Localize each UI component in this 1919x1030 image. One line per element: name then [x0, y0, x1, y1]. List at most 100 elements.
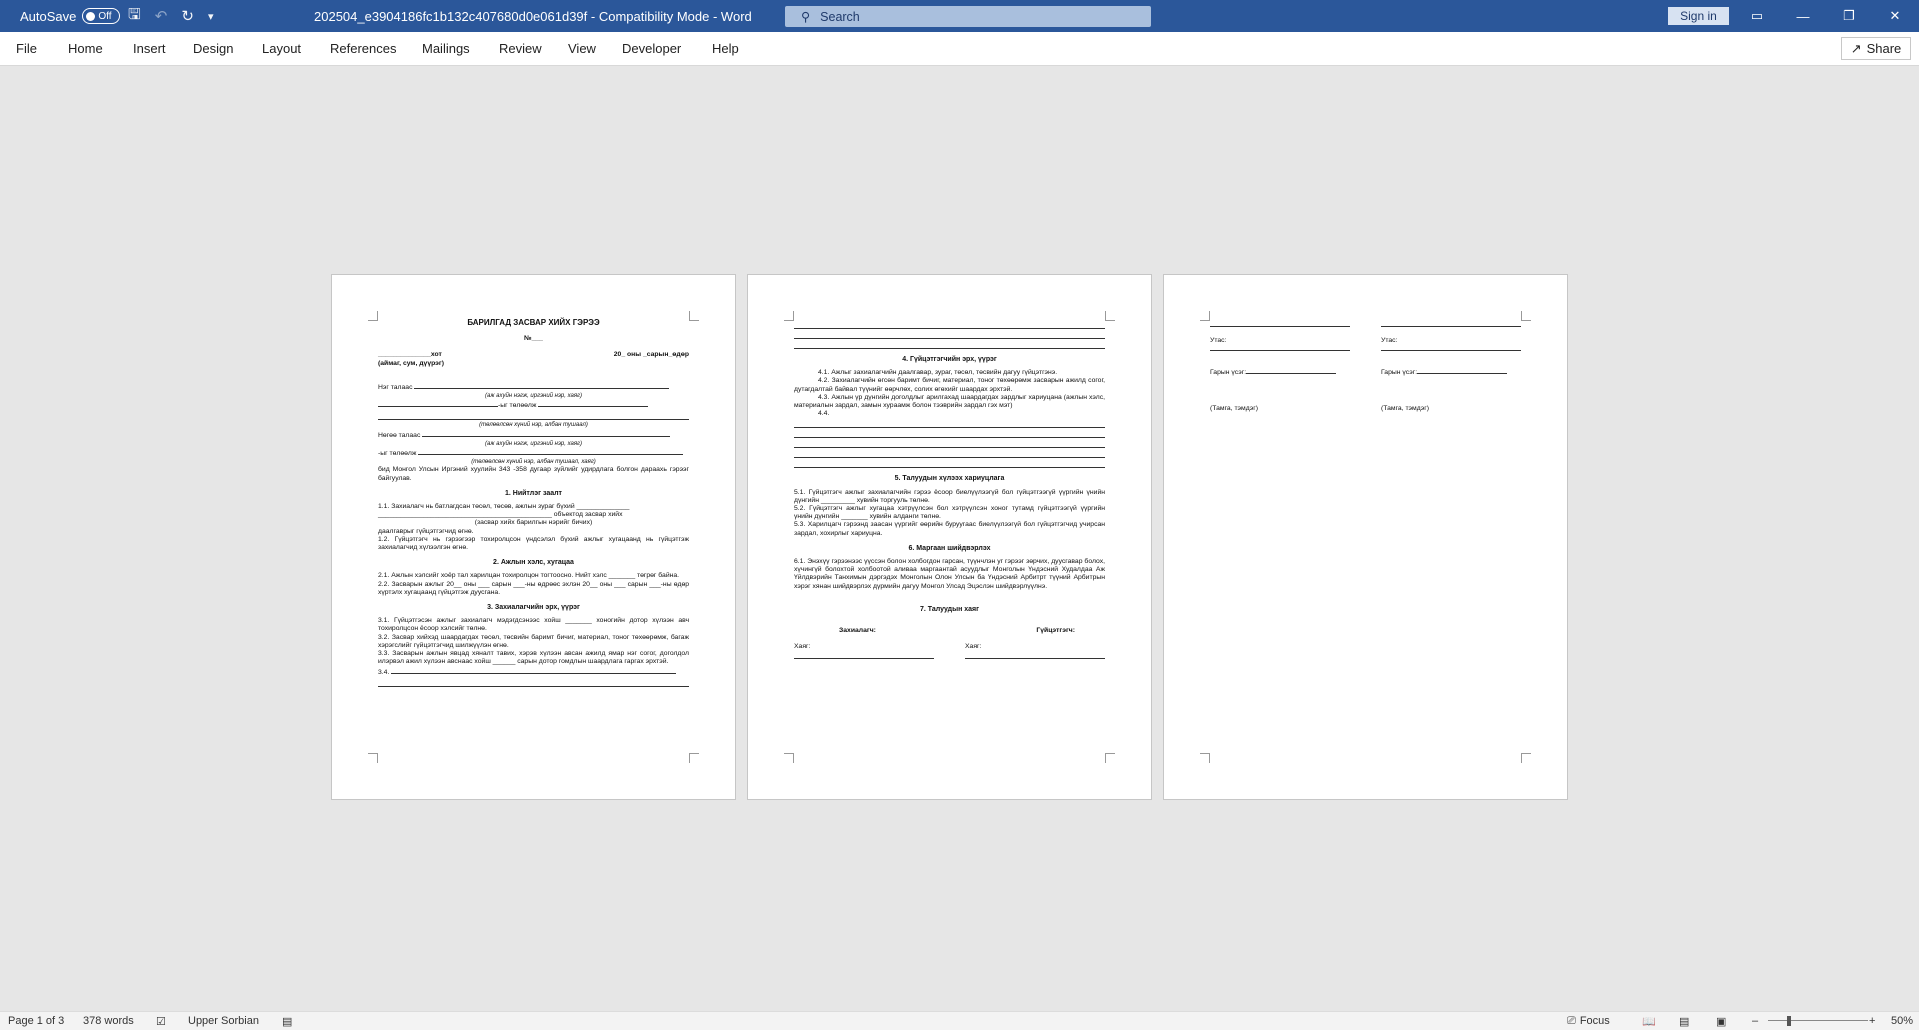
tab-design[interactable]: Design [193, 32, 233, 65]
crop-mark [1200, 753, 1210, 763]
focus-icon: ⎚ [1567, 1014, 1576, 1027]
contract-number: №___ [524, 335, 543, 343]
word-count[interactable]: 378 words [83, 1012, 134, 1030]
location-note: (аймаг, сум, дүүрэг) [378, 359, 445, 367]
tab-mailings[interactable]: Mailings [422, 32, 470, 65]
undo-icon[interactable]: ↶ [155, 7, 168, 25]
sign-in-button[interactable]: Sign in [1668, 7, 1729, 25]
clause-4-3: 4.3. Ажлын үр дүнгийн доголдлыг арилгаха… [794, 393, 1105, 410]
party-hint1: (аж ахуйн нэгж, иргэний нэр, хаяг) [484, 393, 583, 400]
section-4-heading: 4. Гүйцэтгэгчийн эрх, үүрэг [902, 356, 997, 363]
share-label: Share [1866, 41, 1902, 56]
zoom-in-icon[interactable]: + [1869, 1012, 1875, 1030]
crop-mark [689, 311, 699, 321]
city-field: ______________хот [378, 351, 442, 359]
contractor-phone: Утас: [1381, 337, 1521, 353]
zoom-out-icon[interactable]: – [1752, 1012, 1758, 1030]
autosave-toggle[interactable]: Off [82, 8, 121, 24]
tab-review[interactable]: Review [499, 32, 542, 65]
zoom-level[interactable]: 50% [1891, 1012, 1913, 1030]
party1-label: Нэг талаас [378, 382, 689, 392]
close-icon[interactable]: ✕ [1872, 0, 1918, 32]
focus-button[interactable]: ⎚ Focus [1567, 1012, 1610, 1030]
read-mode-icon[interactable]: 📖 [1642, 1012, 1656, 1030]
contract-title: БАРИЛГАД ЗАСВАР ХИЙХ ГЭРЭЭ [467, 318, 600, 327]
party2-label: Нөгөө талаас [378, 430, 689, 440]
search-box[interactable]: ⚲ Search [785, 6, 1151, 27]
print-layout-icon[interactable]: ▤ [1679, 1012, 1689, 1030]
document-page-1[interactable]: БАРИЛГАД ЗАСВАР ХИЙХ ГЭРЭЭ №___ ________… [331, 274, 736, 800]
client-stamp: (Тамга, тэмдэг) [1210, 405, 1258, 413]
tab-references[interactable]: References [330, 32, 396, 65]
language-indicator[interactable]: Upper Sorbian [188, 1012, 259, 1030]
crop-mark [1105, 753, 1115, 763]
clause-4-4: 4.4. [818, 410, 830, 418]
zoom-slider[interactable] [1768, 1020, 1868, 1021]
section-2-heading: 2. Ажлын хэлс, хугацаа [493, 559, 574, 567]
clause-6-1: 6.1. Энэхүү гэрээнээс үүссэн болон холбо… [794, 558, 1105, 590]
client-phone: Утас: [1210, 337, 1350, 353]
tab-file[interactable]: File [16, 32, 37, 65]
save-icon[interactable]: 🖫 [128, 4, 141, 29]
clause-5-3: 5.3. Харилцагч гэрээнд заасан үүргийг өө… [794, 521, 1105, 537]
contractor-signature: Гарын үсэг: [1381, 367, 1521, 377]
proofing-icon[interactable]: ☑ [156, 1012, 166, 1030]
clause-5-1: 5.1. Гүйцэтгэгч ажлыг захиалагчийн гэрээ… [794, 488, 1105, 504]
tab-insert[interactable]: Insert [133, 32, 166, 65]
tab-layout[interactable]: Layout [262, 32, 301, 65]
title-bar: AutoSave Off 🖫 ↶ ↻ ▾ 202504_e3904186fc1b… [0, 0, 1919, 32]
clause-4-2: 4.2. Захиалагчийн өгсөн баримт бичиг, ма… [794, 377, 1105, 393]
customize-qat-icon[interactable]: ▾ [208, 10, 214, 23]
tab-view[interactable]: View [568, 32, 596, 65]
quick-access-toolbar: 🖫 ↶ ↻ ▾ [128, 0, 213, 32]
crop-mark [1521, 753, 1531, 763]
page-3-content: Утас: Утас: Гарын үсэг: Гарын үсэг: (Там… [1210, 319, 1521, 414]
document-page-3[interactable]: Утас: Утас: Гарын үсэг: Гарын үсэг: (Там… [1163, 274, 1568, 800]
share-button[interactable]: ↗ Share [1841, 37, 1911, 60]
autosave-control[interactable]: AutoSave Off [20, 0, 121, 32]
autosave-label: AutoSave [20, 8, 77, 24]
tab-home[interactable]: Home [68, 32, 103, 65]
crop-mark [1521, 311, 1531, 321]
client-label: Захиалагч: [839, 627, 876, 635]
client-address: Хаяг: [794, 643, 934, 661]
crop-mark [784, 753, 794, 763]
tab-developer[interactable]: Developer [622, 32, 681, 65]
clause-3-4: 3.4. [378, 667, 689, 677]
document-page-2[interactable]: 4. Гүйцэтгэгчийн эрх, үүрэг 4.1. Ажлыг з… [747, 274, 1152, 800]
redo-icon[interactable]: ↻ [181, 7, 194, 25]
section-5-heading: 5. Талуудын хүлээх хариуцлага [894, 475, 1005, 483]
status-bar: Page 1 of 3 378 words ☑ Upper Sorbian ▤ … [0, 1011, 1919, 1030]
tab-help[interactable]: Help [712, 32, 739, 65]
client-signature: Гарын үсэг: [1210, 367, 1350, 377]
page-1-content: БАРИЛГАД ЗАСВАР ХИЙХ ГЭРЭЭ №___ ________… [378, 318, 689, 688]
clause-3-1: 3.1. Гүйцэтгэсэн ажлыг захиалагч мэдэгдс… [378, 617, 689, 633]
rep-hint1: (төлөөлсөн хүний нэр, албан тушаал) [479, 422, 588, 429]
restore-icon[interactable]: ❐ [1826, 0, 1872, 32]
web-layout-icon[interactable]: ▣ [1716, 1012, 1726, 1030]
clause-5-2: 5.2. Гүйцэтгэгч ажлыг хугацаа хэтрүүлсэн… [794, 505, 1105, 521]
represented-line2: -ыг төлөөлж [378, 448, 689, 458]
accessibility-icon[interactable]: ▤ [282, 1012, 292, 1030]
ribbon-tabs: File Home Insert Design Layout Reference… [0, 32, 1919, 66]
clause-3-3: 3.3. Засварын ажлын явцад хяналт тавих, … [378, 650, 689, 666]
intro-paragraph: бид Монгол Улсын Иргэний хуулийн 343 -35… [378, 466, 689, 482]
contractor-stamp: (Тамга, тэмдэг) [1381, 405, 1429, 413]
ribbon-display-options-icon[interactable]: ▭ [1734, 0, 1780, 32]
section-7-heading: 7. Талуудын хаяг [919, 605, 980, 613]
crop-mark [784, 311, 794, 321]
page-count[interactable]: Page 1 of 3 [8, 1012, 64, 1030]
document-title: 202504_e3904186fc1b132c407680d0e061d39f … [314, 8, 752, 24]
clause-1-1d: даалгаврыг гүйцэтгэгчид өгнө. [378, 527, 474, 535]
autosave-state: Off [98, 10, 112, 22]
crop-mark [689, 753, 699, 763]
clause-3-2: 3.2. Засвар хийхэд шаардагдах төсөл, төс… [378, 633, 689, 649]
minimize-icon[interactable]: — [1780, 0, 1826, 32]
party-hint2: (аж ахуйн нэгж, иргэний нэр, хаяг) [484, 440, 583, 447]
crop-mark [368, 311, 378, 321]
clause-2-1: 2.1. Ажлын хэлсийг хоёр тал харилцан тох… [378, 572, 680, 580]
clause-2-2: 2.2. Засварын ажлыг 20__ оны ___ сарын _… [378, 580, 689, 596]
section-1-heading: 1. Нийтлэг заалт [504, 489, 562, 497]
zoom-slider-thumb[interactable] [1787, 1016, 1791, 1026]
crop-mark [1105, 311, 1115, 321]
